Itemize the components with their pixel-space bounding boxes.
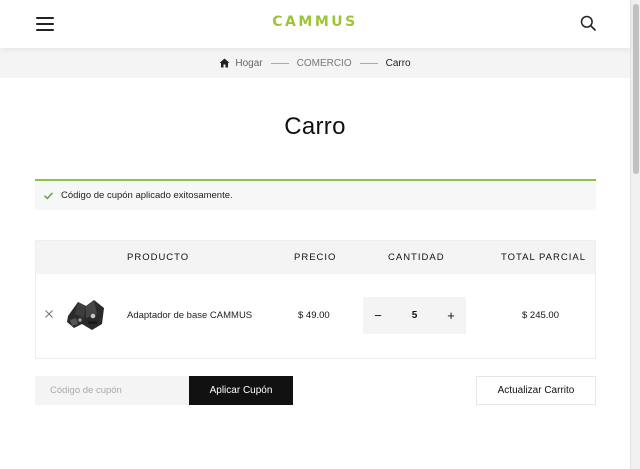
scrollbar-thumb[interactable]: [633, 4, 639, 174]
cart-table-header: PRODUCTO PRECIO CANTIDAD TOTAL PARCIAL: [36, 241, 595, 274]
product-thumbnail[interactable]: [64, 294, 108, 334]
breadcrumb-home-label[interactable]: Hogar: [235, 58, 262, 69]
logo-text[interactable]: CAMMUS: [272, 14, 357, 30]
scrollbar[interactable]: [630, 0, 640, 469]
cart-table: PRODUCTO PRECIO CANTIDAD TOTAL PARCIAL A…: [35, 240, 596, 359]
column-product: PRODUCTO: [127, 252, 190, 263]
notice-message: Código de cupón aplicado exitosamente.: [61, 190, 233, 201]
breadcrumb-home[interactable]: Hogar: [219, 58, 263, 69]
check-icon: [44, 192, 53, 199]
remove-item-icon[interactable]: [44, 309, 54, 319]
breadcrumb-separator: [270, 62, 289, 64]
site-header: CAMMUS: [0, 0, 630, 48]
quantity-stepper: − 5 +: [363, 297, 466, 334]
search-icon[interactable]: [580, 15, 596, 31]
column-subtotal: TOTAL PARCIAL: [501, 252, 586, 263]
column-quantity: CANTIDAD: [388, 252, 445, 263]
cart-row: Adaptador de base CAMMUS $ 49.00 − 5 + $…: [36, 274, 595, 358]
increase-quantity-button[interactable]: +: [436, 297, 466, 334]
success-notice: Código de cupón aplicado exitosamente.: [35, 179, 596, 210]
page-title: Carro: [284, 113, 346, 140]
apply-coupon-button[interactable]: Aplicar Cupón: [189, 376, 293, 405]
decrease-quantity-button[interactable]: −: [363, 297, 393, 334]
breadcrumb-section[interactable]: COMERCIO: [297, 58, 352, 69]
quantity-value[interactable]: 5: [393, 297, 436, 334]
product-name[interactable]: Adaptador de base CAMMUS: [127, 310, 252, 321]
coupon-input[interactable]: [35, 376, 189, 405]
breadcrumb-current: Carro: [385, 57, 411, 69]
breadcrumb-separator: [359, 62, 378, 64]
product-price: $ 49.00: [298, 310, 330, 321]
update-cart-button[interactable]: Actualizar Carrito: [476, 376, 596, 405]
product-subtotal: $ 245.00: [522, 310, 559, 321]
logo[interactable]: CAMMUS: [0, 13, 630, 31]
home-icon: [219, 58, 230, 68]
column-price: PRECIO: [294, 252, 337, 263]
breadcrumb-bar: Hogar COMERCIO Carro: [0, 48, 630, 78]
breadcrumb: Hogar COMERCIO Carro: [0, 48, 630, 78]
